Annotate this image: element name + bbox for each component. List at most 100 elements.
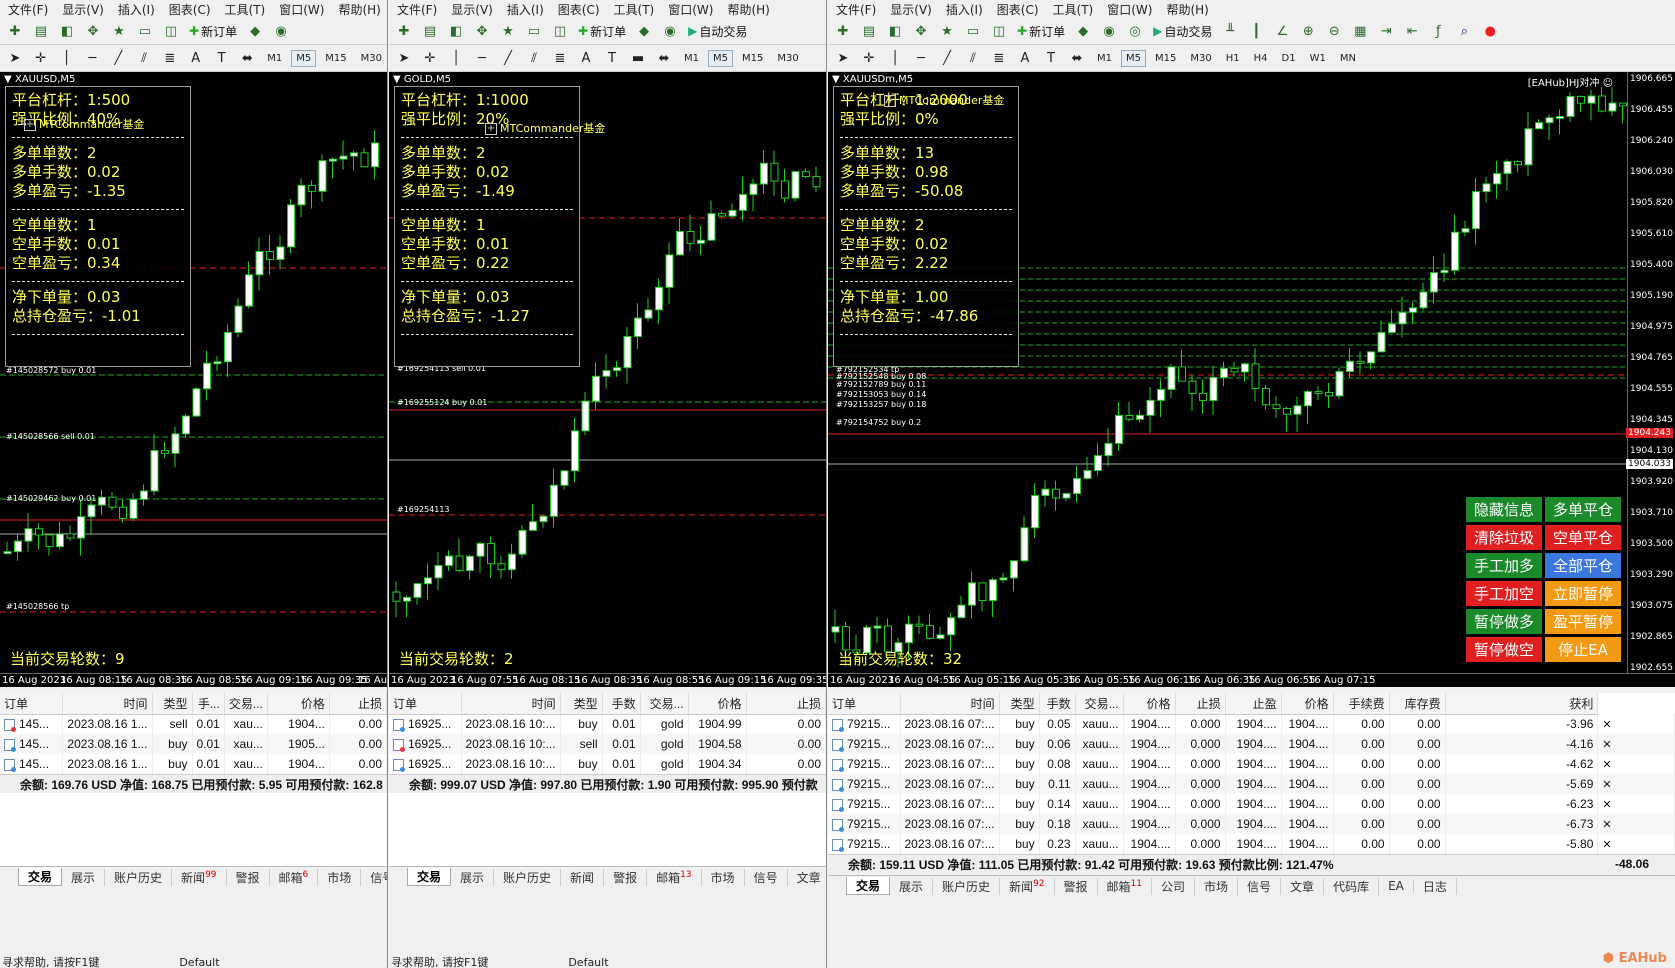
crosshair-icon[interactable]: ✛ — [419, 47, 441, 69]
ea-button-2[interactable]: 清除垃圾 — [1466, 525, 1542, 550]
cursor-icon[interactable]: ➤ — [832, 47, 854, 69]
profiles-icon[interactable]: ▤ — [858, 20, 880, 42]
tester-icon[interactable]: ◫ — [160, 20, 182, 42]
close-order-icon[interactable]: ✕ — [1597, 814, 1675, 834]
tab-4[interactable]: 警报 — [227, 868, 270, 886]
tab-0[interactable]: 交易 — [18, 868, 63, 886]
auto-trading-button[interactable]: ▶ 自动交易 — [685, 23, 750, 40]
tf-m5[interactable]: M5 — [708, 49, 733, 67]
terminal-icon[interactable]: ▭ — [134, 20, 156, 42]
trendline-icon[interactable]: ╱ — [936, 47, 958, 69]
vline-icon[interactable]: │ — [884, 47, 906, 69]
table-row[interactable]: 145... 2023.08.16 1... buy 0.01 xau... 1905..… — [0, 734, 387, 754]
mtcommander-label[interactable]: + MTCommander基金 — [24, 116, 144, 132]
fibo-icon[interactable]: ≣ — [988, 47, 1010, 69]
navigator-icon[interactable]: ✥ — [471, 20, 493, 42]
signals-icon[interactable]: ◉ — [1098, 20, 1120, 42]
menu-insert[interactable]: 插入(I) — [503, 1, 548, 18]
shapes-icon[interactable]: ⬌ — [1066, 47, 1088, 69]
tab-1[interactable]: 展示 — [451, 868, 495, 886]
profiles-icon[interactable]: ▤ — [419, 20, 441, 42]
navigator-icon[interactable]: ✥ — [82, 20, 104, 42]
new-order-button[interactable]: ✚ 新订单 — [575, 23, 629, 40]
col-order[interactable]: 订单 — [389, 693, 462, 715]
cursor-icon[interactable]: ➤ — [4, 47, 26, 69]
tab-2[interactable]: 账户历史 — [933, 877, 1001, 895]
tf-m5[interactable]: M5 — [1121, 49, 1146, 67]
col-symbol[interactable]: 交易... — [640, 693, 689, 715]
autoscroll-icon[interactable]: ⇥ — [1375, 20, 1397, 42]
search-icon[interactable]: ⌕ — [1453, 20, 1475, 42]
trendline-icon[interactable]: ╱ — [107, 47, 129, 69]
ea-button-3[interactable]: 空单平仓 — [1545, 525, 1621, 550]
fibo-icon[interactable]: ≣ — [159, 47, 181, 69]
indicators-icon[interactable]: ƒ — [1427, 20, 1449, 42]
menu-help[interactable]: 帮助(H) — [723, 1, 773, 18]
tab-12[interactable]: 日志 — [1414, 877, 1457, 895]
vline-icon[interactable]: │ — [56, 47, 78, 69]
ea-button-9[interactable]: 盈平暂停 — [1545, 609, 1621, 634]
table-row[interactable]: 79215... 2023.08.16 07:... buy 0.18 xauu... 1… — [828, 814, 1675, 834]
menu-insert[interactable]: 插入(I) — [114, 1, 159, 18]
table-row[interactable]: 79215... 2023.08.16 07:... buy 0.05 xauu... 1… — [828, 714, 1675, 734]
crosshair-icon[interactable]: ✛ — [858, 47, 880, 69]
channel-icon[interactable]: ⫽ — [962, 47, 984, 69]
rectangle-icon[interactable]: ▬ — [627, 47, 649, 69]
channel-icon[interactable]: ⫽ — [523, 47, 545, 69]
hline-icon[interactable]: ─ — [471, 47, 493, 69]
hline-icon[interactable]: ─ — [910, 47, 932, 69]
table-row[interactable]: 79215... 2023.08.16 07:... buy 0.14 xauu... 1… — [828, 794, 1675, 814]
label-icon[interactable]: T — [211, 47, 233, 69]
table-row[interactable]: 16925... 2023.08.16 10:... buy 0.01 gold 1904… — [389, 714, 826, 734]
tf-m1[interactable]: M1 — [679, 50, 704, 67]
text-icon[interactable]: A — [575, 47, 597, 69]
col-profit[interactable]: 获利 — [1445, 693, 1599, 715]
mtcommander-label[interactable]: + MTCommander基金 — [485, 120, 605, 136]
menu-charts[interactable]: 图表(C) — [165, 1, 215, 18]
tab-0[interactable]: 交易 — [846, 877, 891, 895]
cursor-icon[interactable]: ➤ — [393, 47, 415, 69]
ea-button-5[interactable]: 全部平仓 — [1545, 553, 1621, 578]
tf-m15[interactable]: M15 — [1150, 50, 1181, 67]
menu-tools[interactable]: 工具(T) — [610, 1, 659, 18]
tab-2[interactable]: 账户历史 — [494, 868, 562, 886]
table-row[interactable]: 145... 2023.08.16 1... buy 0.01 xau... 1904..… — [0, 754, 387, 774]
metaeditor-icon[interactable]: ◆ — [1072, 20, 1094, 42]
tf-m30[interactable]: M30 — [356, 50, 387, 67]
ea-button-1[interactable]: 多单平仓 — [1545, 497, 1621, 522]
menu-tools[interactable]: 工具(T) — [1049, 1, 1098, 18]
menu-window[interactable]: 窗口(W) — [1103, 1, 1156, 18]
menu-charts[interactable]: 图表(C) — [554, 1, 604, 18]
col-type[interactable]: 类型 — [999, 693, 1040, 715]
zoom-out-icon[interactable]: ⊖ — [1323, 20, 1345, 42]
menu-file[interactable]: 文件(F) — [832, 1, 880, 18]
tab-4[interactable]: 警报 — [604, 868, 648, 886]
market-watch-icon[interactable]: ◧ — [884, 20, 906, 42]
tab-9[interactable]: 文章 — [1281, 877, 1325, 895]
menu-window[interactable]: 窗口(W) — [275, 1, 328, 18]
col-swap[interactable]: 库存费 — [1389, 693, 1446, 715]
close-order-icon[interactable]: ✕ — [1597, 734, 1675, 754]
col-lots[interactable]: 手数 — [1039, 693, 1076, 715]
bar-chart-icon[interactable]: ╨ — [1219, 20, 1241, 42]
close-order-icon[interactable]: ✕ — [1597, 714, 1675, 734]
tf-m30[interactable]: M30 — [1185, 50, 1216, 67]
col-price[interactable]: 价格 — [1123, 693, 1176, 715]
tf-h1[interactable]: H1 — [1221, 50, 1245, 67]
close-order-icon[interactable]: ✕ — [1597, 794, 1675, 814]
ea-button-6[interactable]: 手工加空 — [1466, 581, 1542, 606]
tab-8[interactable]: 文章 — [788, 869, 826, 886]
new-order-button[interactable]: ✚ 新订单 — [1014, 23, 1068, 40]
col-lots[interactable]: 手... — [192, 693, 225, 715]
tf-m30[interactable]: M30 — [772, 50, 803, 67]
close-order-icon[interactable]: ✕ — [1597, 834, 1675, 854]
terminal-icon[interactable]: ▭ — [962, 20, 984, 42]
new-chart-icon[interactable]: ✚ — [4, 20, 26, 42]
tf-m1[interactable]: M1 — [262, 50, 287, 67]
tab-3[interactable]: 新闻 — [561, 868, 605, 886]
favorites-icon[interactable]: ★ — [497, 20, 519, 42]
signals-icon[interactable]: ◉ — [270, 20, 292, 42]
close-order-icon[interactable]: ✕ — [1597, 754, 1675, 774]
tab-4[interactable]: 警报 — [1055, 877, 1098, 895]
market-watch-icon[interactable]: ◧ — [445, 20, 467, 42]
